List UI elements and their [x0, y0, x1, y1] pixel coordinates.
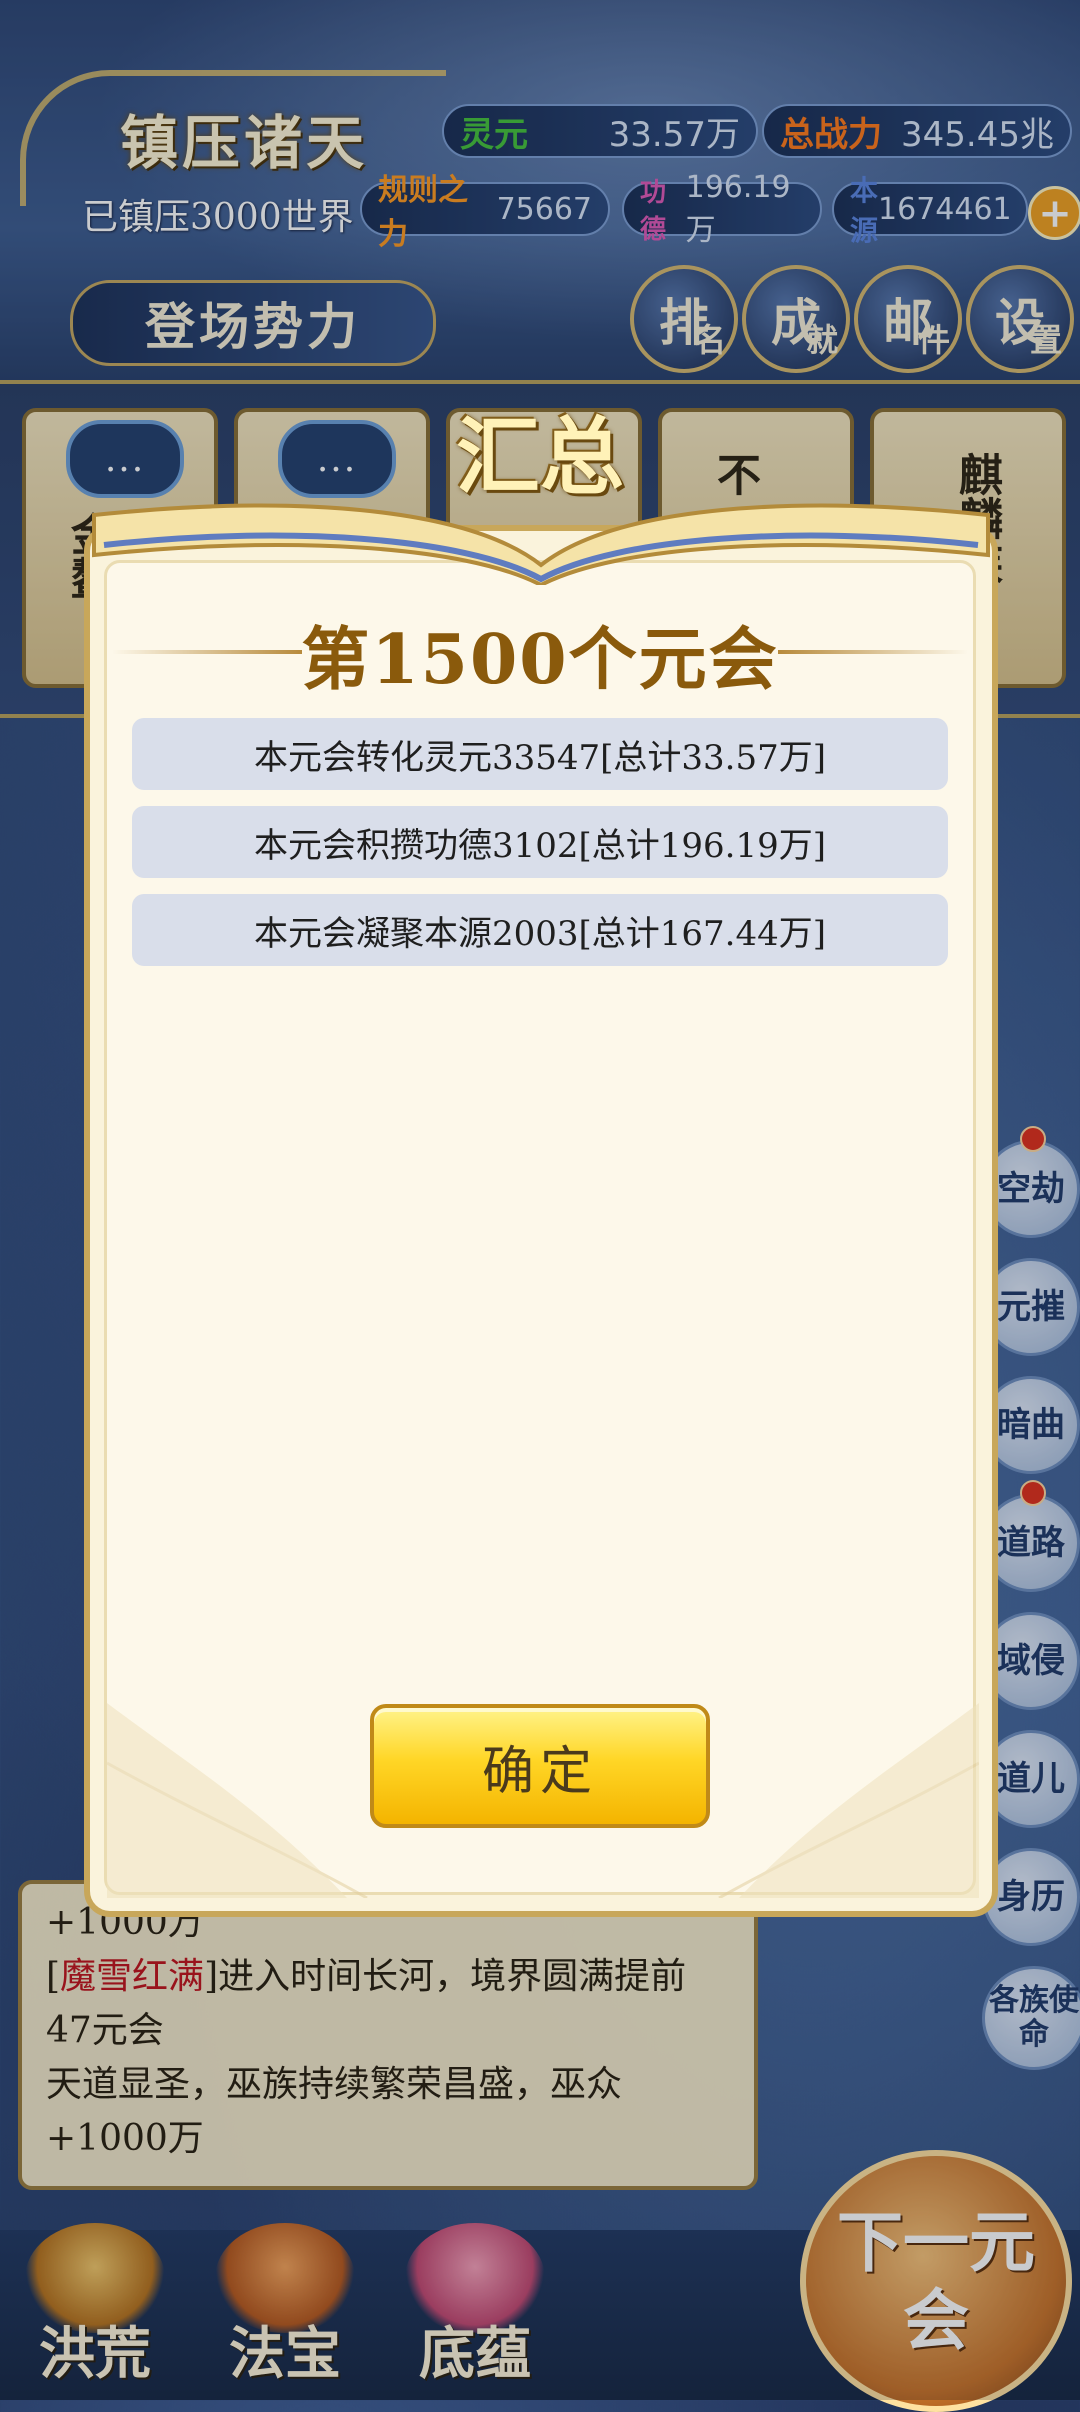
epoch-heading: 第1500个元会: [301, 619, 779, 700]
summary-row: 本元会转化灵元33547[总计33.57万]: [132, 718, 948, 790]
confirm-button[interactable]: 确定: [370, 1704, 710, 1828]
summary-row: 本元会凝聚本源2003[总计167.44万]: [132, 894, 948, 966]
summary-row: 本元会积攒功德3102[总计196.19万]: [132, 806, 948, 878]
summary-title: 汇总: [455, 406, 624, 506]
